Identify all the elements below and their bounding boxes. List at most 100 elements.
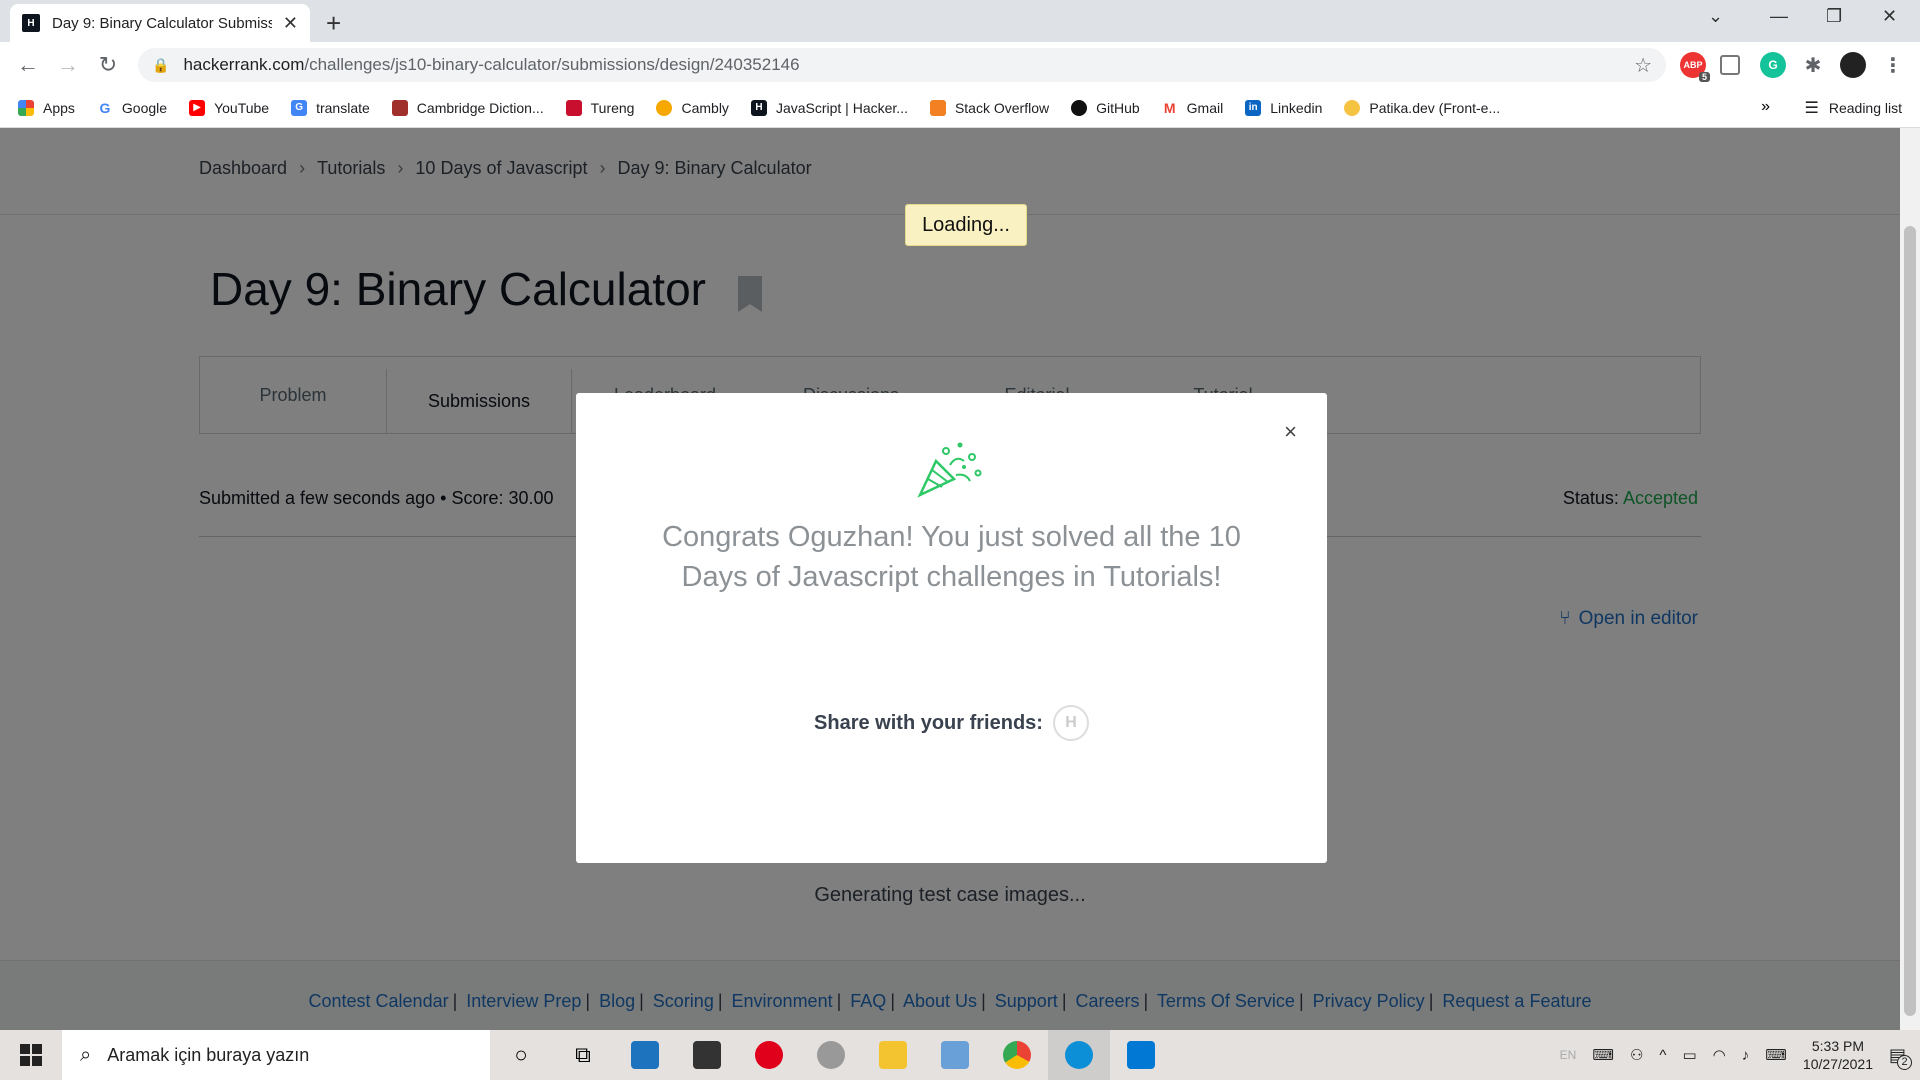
loading-indicator: Loading... [905, 204, 1027, 246]
adblock-label: ABP [1683, 60, 1703, 70]
back-icon[interactable]: ← [8, 52, 48, 78]
bookmark-apps[interactable]: Apps [18, 99, 75, 116]
bookmark-star-icon[interactable]: ☆ [1634, 53, 1652, 78]
forward-icon[interactable]: → [48, 52, 88, 78]
browser-tab-bar: H Day 9: Binary Calculator Submissions ✕… [0, 0, 1920, 42]
bookmark-gmail[interactable]: M Gmail [1161, 99, 1224, 116]
bookmarks-overflow-icon[interactable]: » [1761, 98, 1770, 116]
bookmark-label: Cambly [681, 99, 729, 116]
bookmark-cambly[interactable]: Cambly [656, 99, 729, 116]
bookmark-youtube[interactable]: ▶ YouTube [189, 99, 270, 116]
bookmark-label: GitHub [1096, 99, 1140, 116]
clock[interactable]: 5:33 PM 10/27/2021 [1803, 1037, 1873, 1073]
tab-title: Day 9: Binary Calculator Submissions [52, 14, 272, 32]
window-close-button[interactable]: ✕ [1882, 6, 1897, 27]
bookmark-label: Tureng [590, 99, 635, 116]
share-label: Share with your friends: [814, 711, 1043, 734]
windows-taskbar: ⌕ Aramak için buraya yazın ○ ⧉ EN ⌨ ⚇ ^ … [0, 1030, 1920, 1080]
bookmark-label: Cambridge Diction... [416, 99, 544, 116]
tab-search-icon[interactable]: ⌄ [1708, 6, 1723, 27]
adblock-extension-icon[interactable]: ABP 5 [1680, 52, 1710, 82]
linkedin-icon: in [1245, 99, 1262, 116]
taskbar-search-placeholder: Aramak için buraya yazın [107, 1044, 310, 1065]
bookmark-label: Linkedin [1270, 99, 1323, 116]
desktop-app-icon[interactable] [924, 1030, 986, 1080]
stackoverflow-icon [929, 99, 946, 116]
bookmark-label: Patika.dev (Front-e... [1369, 99, 1501, 116]
battery-icon[interactable]: ▭ [1682, 1046, 1696, 1064]
bookmark-github[interactable]: GitHub [1071, 99, 1140, 116]
movies-app-icon[interactable] [614, 1030, 676, 1080]
bookmark-translate[interactable]: Gtranslate [291, 99, 370, 116]
clock-app-icon[interactable] [800, 1030, 862, 1080]
browser-menu-icon[interactable]: ⋮ [1880, 52, 1906, 78]
bookmark-cambridge[interactable]: Cambridge Diction... [391, 99, 544, 116]
tureng-icon [565, 99, 582, 116]
bookmark-label: YouTube [214, 99, 270, 116]
wifi-icon[interactable]: ◠ [1713, 1046, 1726, 1064]
hackerrank-share-icon[interactable]: H [1052, 705, 1089, 741]
clock-date: 10/27/2021 [1802, 1056, 1873, 1072]
scrollbar-thumb[interactable] [1904, 226, 1916, 1016]
bookmark-linkedin[interactable]: in Linkedin [1245, 99, 1323, 116]
notification-count: 2 [1897, 1054, 1912, 1070]
page-content: Dashboard› Tutorials› 10 Days of Javascr… [0, 128, 1900, 1030]
reading-list-button[interactable]: ☰ Reading list [1805, 98, 1903, 118]
tab-close-icon[interactable]: ✕ [283, 13, 298, 34]
search-icon: ⌕ [80, 1043, 92, 1066]
notifications-icon[interactable]: ▤ 2 [1889, 1045, 1912, 1070]
bookmark-stackoverflow[interactable]: Stack Overflow [929, 99, 1050, 116]
grammarly-extension-icon[interactable]: G [1760, 52, 1786, 78]
restore-button[interactable]: ❐ [1826, 6, 1842, 27]
chevron-up-icon[interactable]: ^ [1659, 1047, 1666, 1064]
bookmark-tureng[interactable]: Tureng [565, 99, 635, 116]
google-icon: G [96, 99, 113, 116]
taskbar-search[interactable]: ⌕ Aramak için buraya yazın [62, 1030, 490, 1080]
file-explorer-icon[interactable] [862, 1030, 924, 1080]
bookmark-hackerrank[interactable]: H JavaScript | Hacker... [750, 99, 908, 116]
reload-icon[interactable]: ↻ [88, 52, 128, 78]
volume-icon[interactable]: ♪ [1742, 1047, 1750, 1064]
reading-list-label: Reading list [1828, 100, 1902, 116]
address-bar-row: ← → ↻ 🔒 hackerrank.com/challenges/js10-b… [0, 42, 1920, 88]
bookmark-label: JavaScript | Hacker... [775, 99, 908, 116]
browser-tab[interactable]: H Day 9: Binary Calculator Submissions ✕ [10, 4, 310, 42]
bookmark-patika[interactable]: Patika.dev (Front-e... [1344, 99, 1501, 116]
modal-close-icon[interactable]: × [1284, 419, 1297, 445]
extensions-puzzle-icon[interactable]: ✱ [1800, 52, 1826, 78]
patika-icon [1344, 99, 1361, 116]
edge-icon[interactable] [1048, 1030, 1110, 1080]
language-indicator[interactable]: EN [1560, 1048, 1577, 1062]
bookmark-label: Gmail [1186, 99, 1224, 116]
reader-extension-icon[interactable] [1720, 55, 1740, 75]
cortana-icon[interactable]: ○ [490, 1030, 552, 1080]
people-icon[interactable]: ⚇ [1630, 1046, 1643, 1064]
url-bar[interactable]: 🔒 hackerrank.com/challenges/js10-binary-… [138, 48, 1666, 82]
system-tray: EN ⌨ ⚇ ^ ▭ ◠ ♪ ⌨ 5:33 PM 10/27/2021 ▤ 2 [1560, 1030, 1920, 1080]
bookmark-label: Stack Overflow [954, 99, 1050, 116]
task-view-icon[interactable]: ⧉ [552, 1030, 614, 1080]
party-popper-icon [917, 442, 982, 498]
chrome-icon[interactable] [986, 1030, 1048, 1080]
translate-icon: G [291, 99, 308, 116]
opera-icon[interactable] [738, 1030, 800, 1080]
bookmark-label: Google [121, 99, 168, 116]
cambridge-icon [391, 99, 408, 116]
page-scrollbar[interactable] [1900, 128, 1920, 1030]
lock-icon[interactable]: 🔒 [152, 57, 169, 74]
start-button[interactable] [0, 1030, 62, 1080]
vscode-icon[interactable] [1110, 1030, 1172, 1080]
bookmark-google[interactable]: G Google [96, 99, 168, 116]
gmail-icon: M [1161, 99, 1178, 116]
store-app-icon[interactable] [676, 1030, 738, 1080]
profile-avatar[interactable] [1840, 52, 1866, 78]
url-path: /challenges/js10-binary-calculator/submi… [304, 55, 800, 74]
windows-icon [20, 1044, 42, 1066]
keyboard-icon[interactable]: ⌨ [1592, 1046, 1614, 1064]
minimize-button[interactable]: — [1770, 6, 1788, 27]
congrats-message: Congrats Oguzhan! You just solved all th… [662, 521, 1241, 593]
touch-keyboard-icon[interactable]: ⌨ [1765, 1046, 1787, 1064]
share-row: Share with your friends: H [576, 705, 1327, 741]
adblock-count: 5 [1698, 72, 1710, 82]
new-tab-button[interactable]: + [326, 8, 341, 39]
